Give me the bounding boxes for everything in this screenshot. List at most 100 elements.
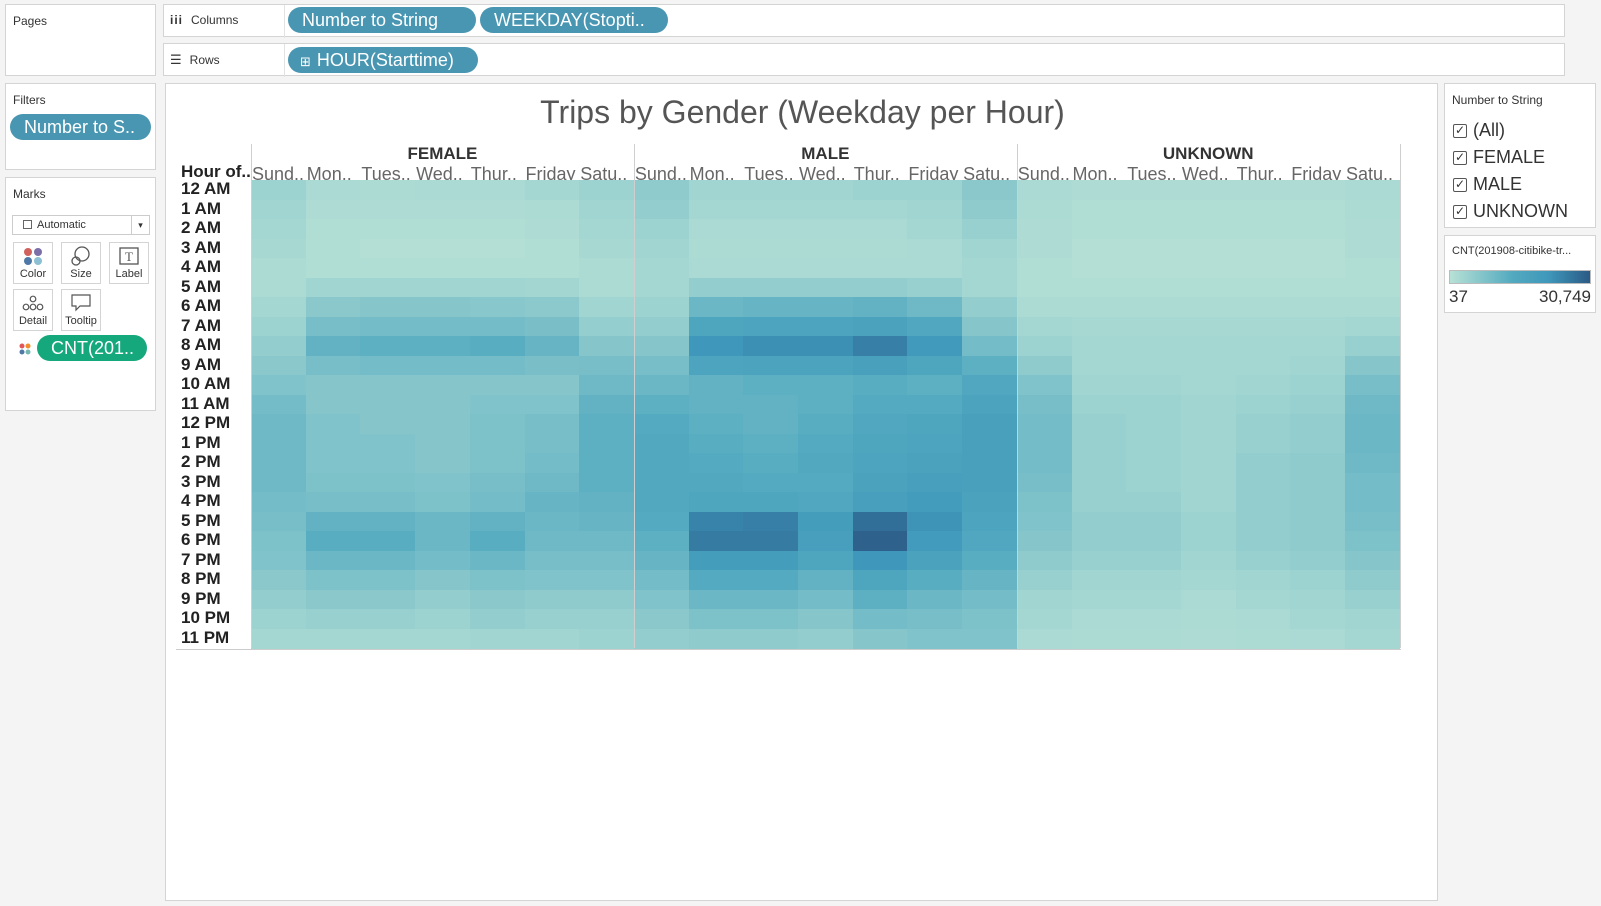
heatmap-cell[interactable] (1235, 277, 1291, 298)
heatmap-cell[interactable] (1016, 589, 1072, 610)
heatmap-cell[interactable] (1290, 472, 1346, 493)
heatmap-cell[interactable] (251, 453, 307, 473)
heatmap-cell[interactable] (469, 628, 525, 649)
heatmap-cell[interactable] (360, 277, 416, 298)
heatmap-cell[interactable] (1235, 531, 1291, 551)
heatmap-cell[interactable] (579, 531, 635, 551)
heatmap-cell[interactable] (1235, 258, 1291, 278)
heatmap-cell[interactable] (633, 297, 690, 317)
heatmap-cell[interactable] (688, 375, 744, 395)
heatmap-cell[interactable] (1016, 472, 1072, 493)
heatmap-cell[interactable] (1071, 258, 1127, 278)
heatmap-cell[interactable] (798, 511, 854, 532)
heatmap-cell[interactable] (743, 375, 799, 395)
heatmap-cell[interactable] (251, 589, 307, 610)
heatmap-cell[interactable] (907, 238, 963, 259)
heatmap-cell[interactable] (907, 375, 963, 395)
heatmap-cell[interactable] (251, 492, 307, 512)
heatmap-cell[interactable] (633, 238, 690, 259)
heatmap-cell[interactable] (360, 511, 416, 532)
heatmap-cell[interactable] (305, 277, 361, 298)
heatmap-cell[interactable] (415, 628, 471, 649)
heatmap-cell[interactable] (1180, 316, 1237, 337)
heatmap-cell[interactable] (688, 277, 744, 298)
heatmap-cell[interactable] (1071, 355, 1127, 376)
heatmap-cell[interactable] (524, 492, 580, 512)
checkbox-checked-icon[interactable]: ✓ (1453, 204, 1467, 219)
heatmap-cell[interactable] (688, 609, 744, 629)
heatmap-cell[interactable] (305, 609, 361, 629)
heatmap-cell[interactable] (633, 180, 690, 200)
heatmap-cell[interactable] (1180, 258, 1237, 278)
heatmap-cell[interactable] (469, 453, 525, 473)
heatmap-cell[interactable] (524, 531, 580, 551)
heatmap-cell[interactable] (1290, 375, 1346, 395)
heatmap-cell[interactable] (360, 472, 416, 493)
heatmap-cell[interactable] (962, 414, 1018, 434)
heatmap-cell[interactable] (907, 472, 963, 493)
heatmap-cell[interactable] (469, 199, 525, 220)
detail-button[interactable]: Detail (13, 289, 53, 331)
heatmap-cell[interactable] (798, 414, 854, 434)
rows-pill-hour[interactable]: ⊞ HOUR(Starttime) (288, 47, 478, 73)
heatmap-cell[interactable] (1180, 628, 1237, 649)
heatmap-cell[interactable] (1071, 238, 1127, 259)
heatmap-cell[interactable] (1290, 453, 1346, 473)
heatmap-cell[interactable] (305, 375, 361, 395)
heatmap-cell[interactable] (1290, 628, 1346, 649)
heatmap-cell[interactable] (1345, 238, 1401, 259)
heatmap-cell[interactable] (251, 355, 307, 376)
heatmap-cell[interactable] (743, 414, 799, 434)
heatmap-cell[interactable] (1071, 609, 1127, 629)
heatmap-cell[interactable] (688, 570, 744, 590)
heatmap-cell[interactable] (1071, 277, 1127, 298)
heatmap-cell[interactable] (1180, 238, 1237, 259)
heatmap-cell[interactable] (1071, 511, 1127, 532)
heatmap-cell[interactable] (962, 199, 1018, 220)
heatmap-cell[interactable] (852, 570, 908, 590)
heatmap-cell[interactable] (633, 570, 690, 590)
heatmap-cell[interactable] (579, 472, 635, 493)
heatmap-cell[interactable] (579, 375, 635, 395)
heatmap-cell[interactable] (305, 472, 361, 493)
heatmap-cell[interactable] (798, 238, 854, 259)
heatmap-cell[interactable] (360, 414, 416, 434)
heatmap-cell[interactable] (415, 511, 471, 532)
heatmap-cell[interactable] (798, 336, 854, 356)
heatmap-cell[interactable] (524, 180, 580, 200)
heatmap-cell[interactable] (360, 199, 416, 220)
heatmap-cell[interactable] (633, 394, 690, 415)
columns-pill-weekday[interactable]: WEEKDAY(Stopti.. (480, 7, 668, 33)
heatmap-cell[interactable] (962, 433, 1018, 454)
heatmap-cell[interactable] (1345, 394, 1401, 415)
heatmap-cell[interactable] (688, 336, 744, 356)
heatmap-cell[interactable] (852, 589, 908, 610)
heatmap-cell[interactable] (579, 394, 635, 415)
heatmap-cell[interactable] (1180, 394, 1237, 415)
heatmap-cell[interactable] (360, 219, 416, 239)
heatmap-cell[interactable] (305, 550, 361, 571)
heatmap-cell[interactable] (579, 219, 635, 239)
heatmap-cell[interactable] (305, 570, 361, 590)
heatmap-cell[interactable] (1126, 219, 1182, 239)
heatmap-cell[interactable] (852, 316, 908, 337)
heatmap-cell[interactable] (962, 375, 1018, 395)
heatmap-cell[interactable] (1016, 355, 1072, 376)
heatmap-cell[interactable] (415, 550, 471, 571)
heatmap-cell[interactable] (579, 355, 635, 376)
heatmap-cell[interactable] (1235, 219, 1291, 239)
heatmap-cell[interactable] (524, 199, 580, 220)
heatmap-cell[interactable] (415, 238, 471, 259)
heatmap-cell[interactable] (688, 414, 744, 434)
heatmap-cell[interactable] (579, 433, 635, 454)
heatmap-cell[interactable] (579, 180, 635, 200)
filter-item-male[interactable]: ✓ MALE (1453, 174, 1522, 195)
heatmap-cell[interactable] (415, 316, 471, 337)
heatmap-cell[interactable] (1180, 277, 1237, 298)
heatmap-cell[interactable] (579, 492, 635, 512)
heatmap-cell[interactable] (1126, 433, 1182, 454)
heatmap-cell[interactable] (1126, 199, 1182, 220)
heatmap-cell[interactable] (469, 472, 525, 493)
heatmap-cell[interactable] (1235, 609, 1291, 629)
heatmap-cell[interactable] (798, 531, 854, 551)
